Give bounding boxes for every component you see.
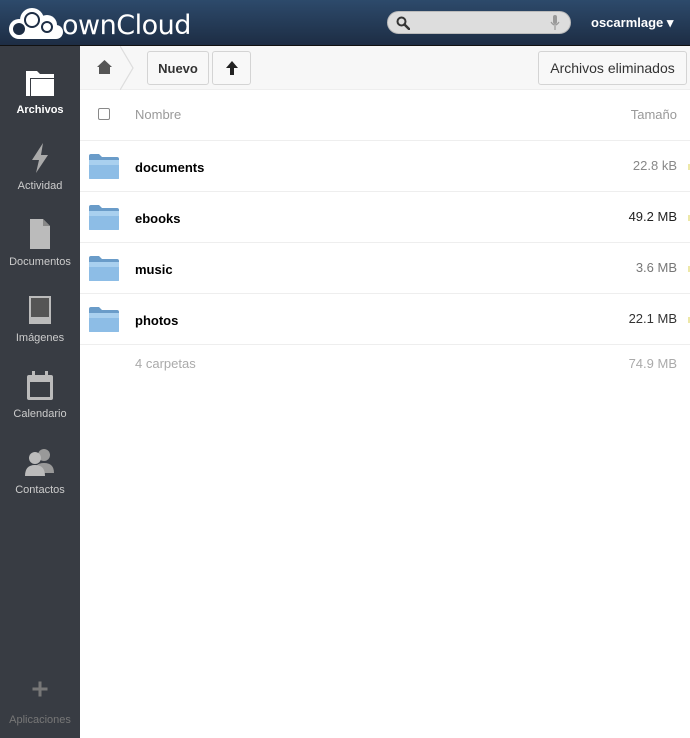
table-row[interactable]: photos 22.1 MB [80, 294, 690, 345]
file-name: documents [135, 160, 205, 175]
nav-item-calendario[interactable]: Calendario [0, 370, 80, 446]
nav-item-contactos[interactable]: Contactos [0, 446, 80, 522]
nav-label: Archivos [16, 104, 64, 116]
new-button[interactable]: Nuevo [147, 51, 209, 85]
nav-label: Calendario [13, 408, 67, 420]
nav-item-aplicaciones[interactable]: Aplicaciones [0, 680, 80, 738]
file-name: music [135, 262, 173, 277]
summary-count: 4 carpetas [135, 356, 196, 371]
logo-text: ownCloud [62, 9, 191, 41]
nav-label: Contactos [15, 484, 65, 496]
folder-icon [89, 307, 119, 332]
document-icon [30, 219, 50, 249]
select-all-checkbox[interactable] [98, 108, 110, 120]
nav-item-actividad[interactable]: Actividad [0, 142, 80, 218]
table-row[interactable]: documents 22.8 kB [80, 141, 690, 192]
controls-bar: Nuevo Archivos eliminados [80, 46, 690, 90]
summary-row: 4 carpetas 74.9 MB [80, 345, 690, 381]
calendar-icon [27, 371, 53, 400]
summary-size: 74.9 MB [628, 356, 677, 371]
file-size: 3.6 MB [635, 260, 677, 275]
plus-icon [32, 681, 48, 697]
folder-icon [26, 71, 54, 96]
image-icon [29, 296, 51, 324]
header: ownCloud oscarmlage ▾ [0, 0, 690, 46]
file-size: 22.8 kB [632, 158, 677, 173]
search-box[interactable] [387, 11, 571, 34]
nav-label: Imágenes [15, 332, 65, 344]
deleted-files-button[interactable]: Archivos eliminados [538, 51, 687, 85]
column-name-header[interactable]: Nombre [135, 107, 181, 122]
file-size: 49.2 MB [628, 209, 677, 224]
folder-icon [89, 154, 119, 179]
file-size: 22.1 MB [628, 311, 677, 326]
file-name: photos [135, 313, 179, 328]
upload-arrow-icon [225, 61, 238, 75]
search-icon [396, 16, 410, 30]
folder-icon [89, 256, 119, 281]
lightning-icon [32, 143, 48, 173]
file-list: Nombre Tamaño documents 22.8 kB ebooks 4… [80, 90, 690, 381]
user-menu[interactable]: oscarmlage ▾ [591, 15, 673, 31]
search-input[interactable] [414, 14, 542, 32]
nav-label: Actividad [17, 180, 63, 192]
app-navigation: Archivos Actividad Documentos Imágenes C… [0, 46, 80, 738]
column-size-header[interactable]: Tamaño [631, 107, 677, 122]
home-icon [97, 60, 112, 74]
cloud-logo-icon [9, 8, 63, 39]
nav-label: Documentos [9, 256, 71, 268]
folder-icon [89, 205, 119, 230]
nav-item-archivos[interactable]: Archivos [0, 66, 80, 142]
nav-item-documentos[interactable]: Documentos [0, 218, 80, 294]
contacts-icon [25, 449, 54, 476]
microphone-icon[interactable] [550, 15, 560, 31]
table-header: Nombre Tamaño [80, 90, 690, 141]
table-row[interactable]: ebooks 49.2 MB [80, 192, 690, 243]
file-name: ebooks [135, 211, 181, 226]
owncloud-logo[interactable]: ownCloud [6, 5, 191, 41]
breadcrumb-separator [120, 46, 134, 90]
nav-label: Aplicaciones [9, 714, 71, 726]
nav-item-imagenes[interactable]: Imágenes [0, 294, 80, 370]
table-row[interactable]: music 3.6 MB [80, 243, 690, 294]
upload-button[interactable] [212, 51, 251, 85]
